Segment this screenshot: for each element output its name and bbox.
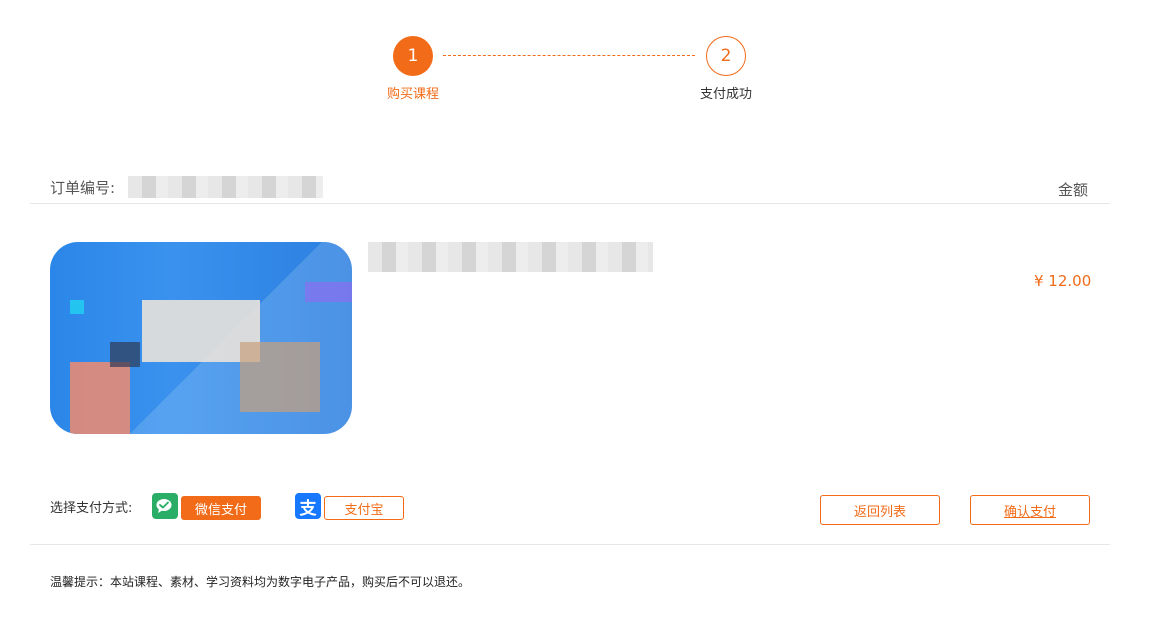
thumbnail-decoration — [305, 282, 352, 302]
checkout-stepper: 1 2 购买课程 支付成功 — [380, 36, 780, 106]
amount-column-header: 金额 — [1058, 181, 1089, 199]
thumbnail-decoration — [70, 362, 130, 434]
order-number-label: 订单编号: — [50, 179, 116, 197]
footer-divider — [30, 544, 1110, 545]
step-1-label: 购买课程 — [386, 87, 439, 102]
course-title-redacted[interactable] — [368, 242, 653, 272]
purchase-notice: 温馨提示：本站课程、素材、学习资料均为数字电子产品，购买后不可以退还。 — [50, 575, 471, 589]
thumbnail-decoration — [110, 342, 140, 367]
wechat-icon[interactable] — [152, 493, 178, 519]
payment-method-label: 选择支付方式: — [50, 501, 133, 516]
step-1-circle: 1 — [393, 36, 433, 76]
step-1-number: 1 — [407, 46, 419, 66]
wechat-bubble-glyph — [156, 499, 172, 513]
step-2-circle: 2 — [706, 36, 746, 76]
confirm-payment-button[interactable]: 确认支付 — [970, 495, 1090, 525]
thumbnail-decoration — [70, 300, 84, 314]
step-2-label: 支付成功 — [699, 87, 752, 102]
course-price: ¥ 12.00 — [1034, 272, 1092, 290]
alipay-option[interactable]: 支付宝 — [324, 496, 404, 520]
order-number-redacted — [128, 176, 323, 198]
wechat-pay-option[interactable]: 微信支付 — [181, 496, 261, 520]
thumbnail-decoration — [240, 342, 320, 412]
step-connector-line — [443, 55, 695, 56]
back-to-list-button[interactable]: 返回列表 — [820, 495, 940, 525]
step-2-number: 2 — [720, 46, 732, 66]
course-thumbnail[interactable] — [50, 242, 352, 434]
alipay-icon[interactable]: 支 — [295, 493, 321, 519]
header-divider — [30, 203, 1110, 204]
